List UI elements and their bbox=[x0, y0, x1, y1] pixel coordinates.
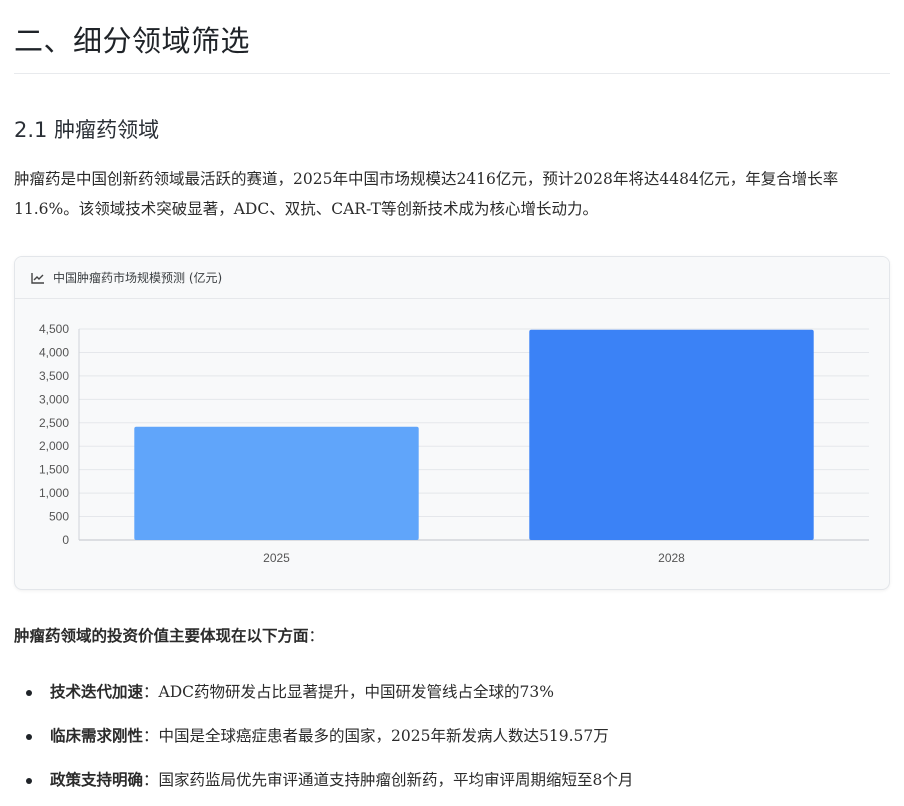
intro-paragraph: 肿瘤药是中国创新药领域最活跃的赛道，2025年中国市场规模达2416亿元，预计2… bbox=[14, 170, 839, 218]
y-tick-label: 500 bbox=[49, 510, 69, 524]
bullet-text: ADC药物研发占比显著提升，中国研发管线占全球的73% bbox=[158, 683, 554, 701]
x-tick-label: 2025 bbox=[263, 551, 290, 565]
chart-title: 中国肿瘤药市场规模预测 (亿元) bbox=[53, 271, 223, 285]
y-tick-label: 4,000 bbox=[39, 345, 69, 359]
y-tick-label: 1,000 bbox=[39, 486, 69, 500]
list-item: 技术迭代加速：ADC药物研发占比显著提升，中国研发管线占全球的73% bbox=[14, 670, 894, 714]
bullet-text: 中国是全球癌症患者最多的国家，2025年新发病人数达519.57万 bbox=[158, 727, 609, 745]
bullet-title: 政策支持明确 bbox=[50, 770, 144, 789]
subsection-title: 2.1 肿瘤药领域 bbox=[14, 118, 160, 142]
bar-chart: 0 500 1,000 1,500 2,000 2,500 3,000 3,500 4,000 4… bbox=[39, 322, 869, 565]
bullet-separator: ： bbox=[143, 683, 159, 701]
bullet-title: 技术迭代加速 bbox=[50, 682, 144, 701]
bullet-list: 技术迭代加速：ADC药物研发占比显著提升，中国研发管线占全球的73% 临床需求刚… bbox=[14, 670, 894, 802]
y-tick-label: 3,500 bbox=[39, 369, 69, 383]
bullet-text: 国家药监局优先审评通道支持肿瘤创新药，平均审评周期缩短至8个月 bbox=[158, 771, 634, 789]
x-tick-label: 2028 bbox=[658, 551, 685, 565]
y-tick-label: 3,000 bbox=[39, 392, 69, 406]
bar-2025 bbox=[134, 426, 419, 540]
y-tick-label: 1,500 bbox=[39, 463, 69, 477]
y-tick-label: 0 bbox=[62, 533, 69, 547]
list-item: 政策支持明确：国家药监局优先审评通道支持肿瘤创新药，平均审评周期缩短至8个月 bbox=[14, 758, 894, 802]
section-divider bbox=[14, 73, 890, 74]
bullet-title: 临床需求刚性 bbox=[50, 726, 144, 745]
bullet-separator: ： bbox=[143, 727, 159, 745]
lead-text-bold: 肿瘤药领域的投资价值主要体现在以下方面 bbox=[14, 626, 309, 645]
list-item: 临床需求刚性：中国是全球癌症患者最多的国家，2025年新发病人数达519.57万 bbox=[14, 714, 894, 758]
chart-card: 中国肿瘤药市场规模预测 (亿元) 0 500 1,000 1,500 2,000 2,50… bbox=[14, 256, 890, 590]
bullet-icon bbox=[26, 778, 32, 784]
bar-2028 bbox=[529, 329, 814, 540]
y-tick-label: 4,500 bbox=[39, 322, 69, 336]
bullet-separator: ： bbox=[143, 771, 159, 789]
y-tick-label: 2,000 bbox=[39, 439, 69, 453]
bullet-icon bbox=[26, 690, 32, 696]
chart-card-header: 中国肿瘤药市场规模预测 (亿元) bbox=[15, 257, 889, 299]
line-chart-icon bbox=[31, 272, 44, 284]
section-title: 二、细分领域筛选 bbox=[14, 24, 251, 58]
y-tick-label: 2,500 bbox=[39, 416, 69, 430]
lead-text-colon: ： bbox=[308, 627, 325, 645]
lead-text: 肿瘤药领域的投资价值主要体现在以下方面： bbox=[14, 624, 324, 646]
bullet-icon bbox=[26, 734, 32, 740]
